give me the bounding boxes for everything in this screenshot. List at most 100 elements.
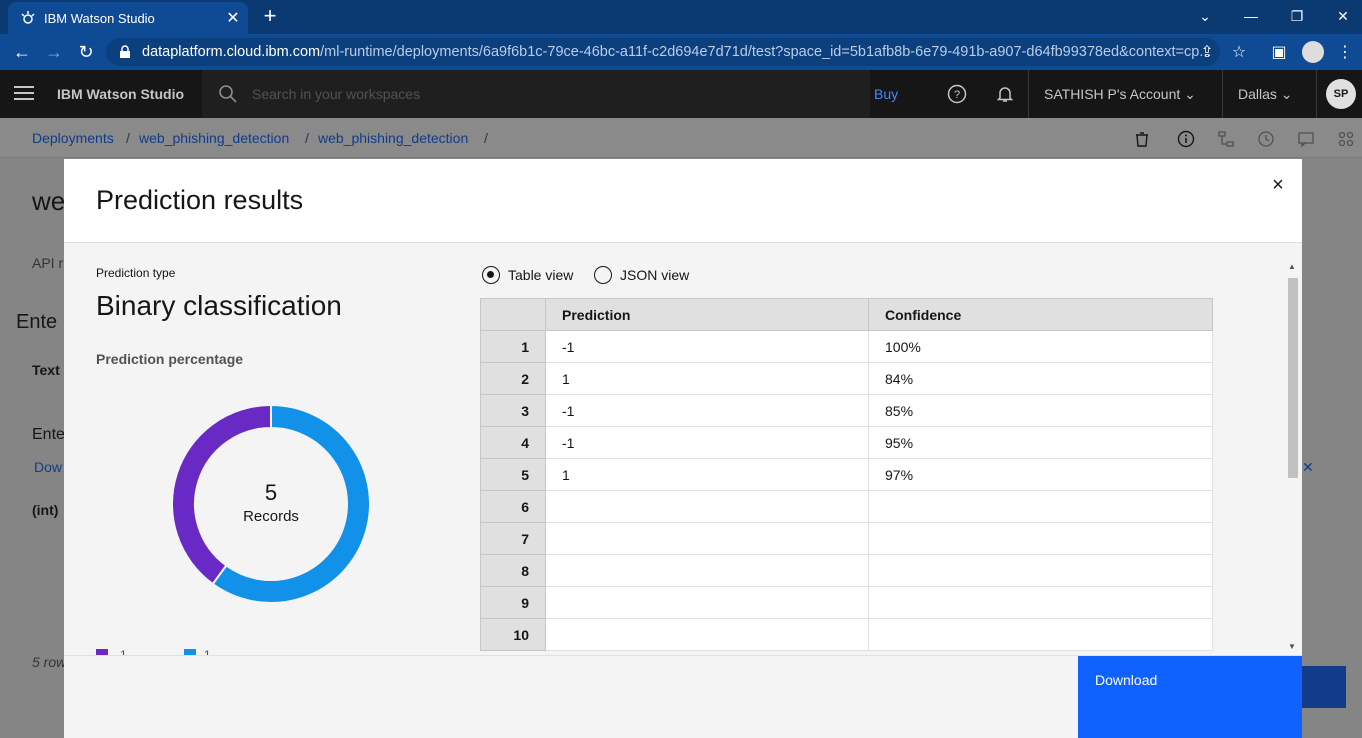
prediction-cell: -1	[545, 426, 869, 459]
row-index: 7	[480, 522, 546, 555]
url-path: /ml-runtime/deployments/6a9f6b1c-79ce-46…	[320, 44, 1212, 60]
modal-header: Prediction results ×	[64, 159, 1302, 243]
reload-icon[interactable]: ↻	[74, 40, 98, 64]
row-index: 3	[480, 394, 546, 427]
confidence-cell: 84%	[868, 362, 1213, 395]
confidence-cell: 97%	[868, 458, 1213, 491]
new-tab-button[interactable]: +	[258, 4, 282, 28]
confidence-cell	[868, 522, 1213, 555]
side-panel-icon[interactable]: ▣	[1268, 42, 1290, 64]
search-placeholder: Search in your workspaces	[252, 86, 421, 102]
account-name: SATHISH P's Account	[1044, 86, 1181, 102]
modal-title: Prediction results	[96, 185, 304, 215]
prediction-cell	[545, 554, 869, 587]
confidence-cell	[868, 554, 1213, 587]
prediction-type-value: Binary classification	[96, 290, 342, 321]
table-row: 2 1 84%	[480, 362, 1213, 395]
legend-label: -1	[116, 648, 127, 655]
json-view-label: JSON view	[620, 267, 690, 283]
hamburger-menu-icon[interactable]	[14, 86, 34, 102]
row-index: 6	[480, 490, 546, 523]
workspace-search[interactable]: Search in your workspaces	[202, 70, 870, 118]
region-name: Dallas	[1238, 86, 1277, 102]
close-icon[interactable]: ×	[1266, 173, 1290, 197]
index-header	[480, 298, 546, 331]
scroll-up-icon[interactable]: ▲	[1288, 262, 1296, 271]
confidence-cell: 95%	[868, 426, 1213, 459]
browser-tab-bar: IBM Watson Studio ✕ + ⌄ — ❐ ✕	[0, 0, 1362, 34]
restore-icon[interactable]: ❐	[1282, 4, 1312, 28]
radio-selected-icon[interactable]	[482, 266, 500, 284]
table-row: 5 1 97%	[480, 458, 1213, 491]
window-close-icon[interactable]: ✕	[1328, 4, 1358, 28]
row-index: 2	[480, 362, 546, 395]
bookmark-star-icon[interactable]: ☆	[1228, 42, 1250, 64]
buy-link[interactable]: Buy	[874, 86, 898, 102]
table-row: 9	[480, 586, 1213, 619]
account-switcher[interactable]: SATHISH P's Account ⌄	[1044, 86, 1196, 103]
donut-label: Records	[243, 508, 299, 525]
modal-footer: Download	[64, 655, 1302, 738]
confidence-cell: 100%	[868, 330, 1213, 363]
region-switcher[interactable]: Dallas ⌄	[1238, 86, 1293, 103]
scroll-down-icon[interactable]: ▼	[1288, 642, 1296, 651]
search-icon	[219, 85, 237, 103]
forward-icon[interactable]: →	[42, 40, 66, 64]
scroll-thumb[interactable]	[1288, 278, 1298, 478]
svg-text:?: ?	[954, 89, 960, 101]
prediction-cell	[545, 522, 869, 555]
watson-icon	[21, 11, 35, 24]
modal-body: Prediction type Binary classification Pr…	[64, 244, 1302, 655]
row-index: 1	[480, 330, 546, 363]
share-icon[interactable]: ⇪	[1196, 42, 1218, 64]
prediction-cell: 1	[545, 458, 869, 491]
table-row: 6	[480, 490, 1213, 523]
brand-name[interactable]: IBM Watson Studio	[57, 86, 184, 102]
table-row: 3 -1 85%	[480, 394, 1213, 427]
table-row: 8	[480, 554, 1213, 587]
row-index: 10	[480, 618, 546, 651]
table-view-label: Table view	[508, 267, 574, 283]
radio-unselected-icon[interactable]	[594, 266, 612, 284]
confidence-header: Confidence	[868, 298, 1213, 331]
legend-item: 1	[184, 648, 211, 655]
prediction-cell: -1	[545, 330, 869, 363]
donut-count: 5	[264, 480, 278, 505]
confidence-cell	[868, 490, 1213, 523]
table-row: 7	[480, 522, 1213, 555]
row-index: 5	[480, 458, 546, 491]
tab-search-icon[interactable]: ⌄	[1190, 4, 1220, 28]
json-view-radio[interactable]: JSON view	[594, 266, 689, 284]
legend-label: 1	[204, 648, 211, 655]
prediction-results-modal: Prediction results × Prediction type Bin…	[64, 159, 1302, 738]
table-row: 10	[480, 618, 1213, 651]
user-avatar[interactable]: SP	[1326, 79, 1356, 109]
notification-bell-icon[interactable]	[995, 84, 1015, 104]
profile-avatar[interactable]	[1302, 41, 1324, 63]
prediction-cell	[545, 490, 869, 523]
address-bar: ← → ↻ dataplatform.cloud.ibm.com/ml-runt…	[0, 34, 1362, 70]
row-index: 9	[480, 586, 546, 619]
download-button[interactable]: Download	[1078, 656, 1302, 738]
browser-tab[interactable]: IBM Watson Studio ✕	[8, 2, 248, 34]
close-tab-icon[interactable]: ✕	[222, 8, 244, 28]
prediction-header: Prediction	[545, 298, 869, 331]
minimize-icon[interactable]: —	[1236, 4, 1266, 28]
prediction-cell: 1	[545, 362, 869, 395]
url-host: dataplatform.cloud.ibm.com	[142, 44, 321, 60]
table-row: 1 -1 100%	[480, 330, 1213, 363]
help-icon[interactable]: ?	[947, 84, 967, 104]
menu-dots-icon[interactable]: ⋮	[1334, 42, 1356, 64]
legend-item: -1	[96, 648, 127, 655]
confidence-cell	[868, 586, 1213, 619]
lock-icon	[120, 45, 130, 58]
table-view-radio[interactable]: Table view	[482, 266, 573, 284]
app-header: IBM Watson Studio Search in your workspa…	[0, 70, 1362, 118]
prediction-cell	[545, 586, 869, 619]
prediction-cell: -1	[545, 394, 869, 427]
prediction-percentage-label: Prediction percentage	[96, 351, 244, 367]
row-index: 4	[480, 426, 546, 459]
table-row: 4 -1 95%	[480, 426, 1213, 459]
back-icon[interactable]: ←	[10, 40, 34, 64]
url-field[interactable]: dataplatform.cloud.ibm.com/ml-runtime/de…	[106, 38, 1220, 66]
